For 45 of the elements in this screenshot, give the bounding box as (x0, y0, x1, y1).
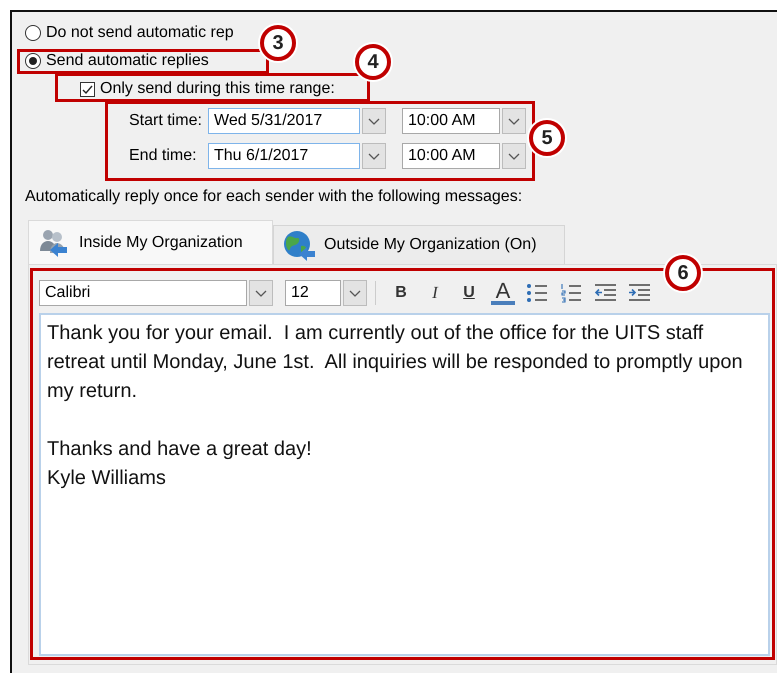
message-text: Thank you for your email. I am currently out of the office for the UITS staff retreat until Monday, June 1st. All inquiries will be responded to promptly upon my return. (47, 321, 744, 404)
bulleted-list-icon (526, 283, 548, 303)
increase-indent-icon (628, 283, 650, 303)
radio-button[interactable] (25, 25, 41, 41)
checkbox[interactable] (80, 82, 95, 96)
tab[interactable]: Inside My Organization (28, 220, 273, 264)
checkbox-label: Only send during this time range: (100, 81, 335, 97)
step-number: 6 (665, 255, 701, 291)
chevron-down-icon (508, 152, 520, 160)
font-color-button[interactable]: A (491, 281, 515, 305)
chevron-down-icon (508, 118, 520, 124)
dropdown-button[interactable] (343, 280, 367, 306)
radio-button[interactable] (25, 53, 41, 69)
chevron-down-icon (255, 290, 267, 296)
globe-arrow-icon (282, 229, 316, 261)
step-number: 3 (260, 25, 296, 61)
time-field[interactable]: 10:00 AM (402, 108, 500, 134)
chevron-down-icon (349, 290, 361, 296)
italic-button[interactable]: I (418, 280, 452, 306)
dropdown-button[interactable] (362, 108, 386, 134)
step-number: 4 (355, 44, 391, 80)
instruction-text: Automatically reply once for each sender with the following messages: (25, 189, 524, 205)
time-label: Start time: (128, 112, 203, 130)
dropdown-button[interactable] (249, 280, 273, 306)
chevron-down-icon (368, 118, 380, 124)
dropdown-button[interactable] (362, 143, 386, 169)
numbered-list-icon (560, 283, 582, 303)
dropdown-button[interactable] (502, 143, 526, 169)
bold-button[interactable]: B (384, 280, 418, 306)
date-field[interactable]: Wed 5/31/2017 (208, 108, 360, 134)
message-text: Thanks and have a great day! (47, 437, 313, 462)
chevron-down-icon (368, 152, 380, 160)
tab[interactable]: Outside My Organization (On) (273, 225, 565, 264)
time-label: End time: (128, 147, 198, 165)
dropdown-button[interactable] (502, 108, 526, 134)
message-text: Kyle Williams (47, 466, 167, 491)
time-field[interactable]: 10:00 AM (402, 143, 500, 169)
radio-label: Do not send automatic rep (46, 25, 234, 41)
font-size-field[interactable]: 12 (285, 280, 341, 306)
underline-button[interactable]: U (452, 280, 486, 306)
radio-label: Send automatic replies (46, 53, 209, 69)
font-field[interactable]: Calibri (39, 280, 247, 306)
step-number: 5 (529, 120, 565, 156)
decrease-indent-icon (594, 283, 616, 303)
date-field[interactable]: Thu 6/1/2017 (208, 143, 360, 169)
